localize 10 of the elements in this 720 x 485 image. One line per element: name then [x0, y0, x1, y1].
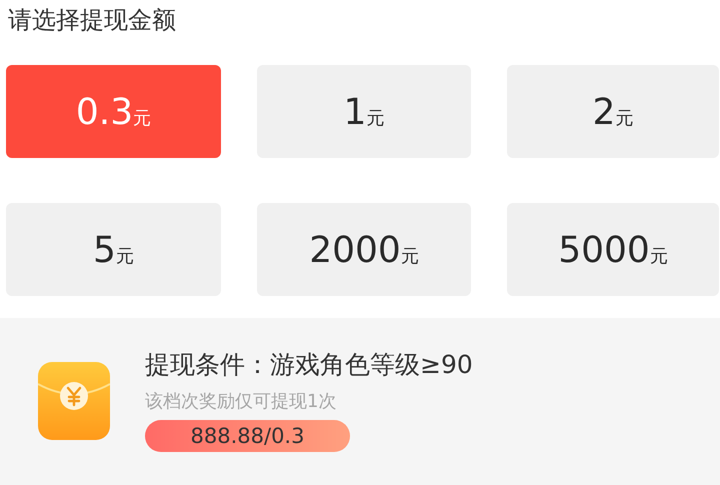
amount-option[interactable]: 2 元 — [507, 65, 719, 158]
amount-option[interactable]: 1 元 — [257, 65, 471, 158]
condition-note: 该档次奖励仅可提现1次 — [145, 390, 338, 414]
condition-text: 提现条件：游戏角色等级≥90 — [145, 349, 473, 381]
progress-label: 888.88/0.3 — [190, 424, 304, 448]
amount-option[interactable]: 5 元 — [6, 203, 221, 296]
envelope-icon — [38, 362, 110, 440]
section-heading: 请选择提现金额 — [7, 5, 177, 36]
amount-option[interactable]: 2000元 — [257, 203, 471, 296]
amount-option[interactable]: 5000元 — [507, 203, 719, 296]
